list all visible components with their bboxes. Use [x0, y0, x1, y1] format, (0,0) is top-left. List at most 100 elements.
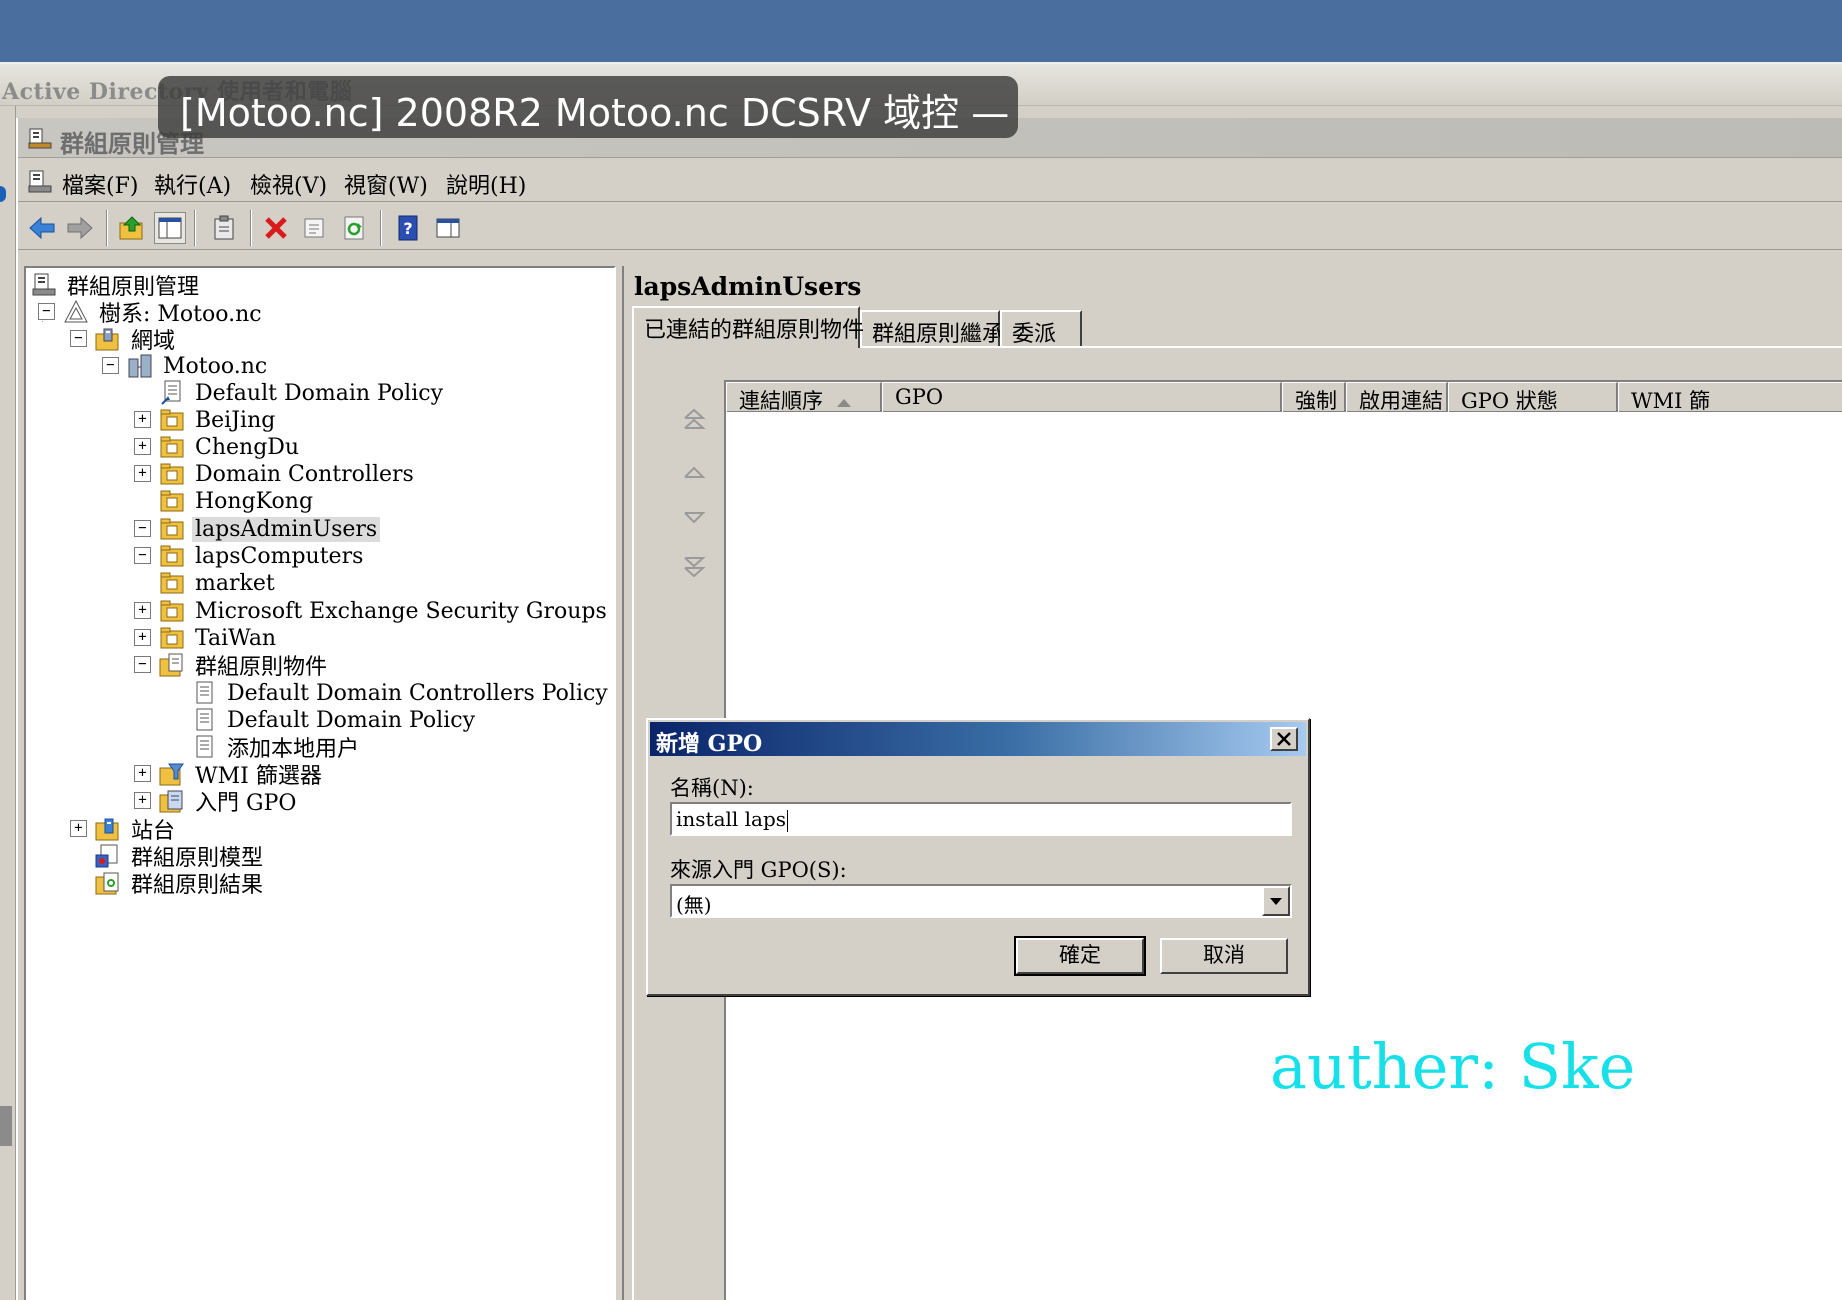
aduc-strip-marker	[0, 186, 6, 202]
tree-node-domains[interactable]: 網域	[94, 324, 178, 354]
menu-view[interactable]: 檢視(V)	[250, 168, 327, 200]
tree-node-default-domain-policy-link[interactable]: Default Domain Policy	[158, 378, 446, 408]
dialog-close-button[interactable]	[1270, 727, 1298, 751]
column-link-order[interactable]: 連結順序	[726, 382, 882, 412]
up-level-button[interactable]	[116, 212, 148, 244]
column-enforced[interactable]: 強制	[1282, 382, 1346, 412]
tree-node-gp-results[interactable]: 群組原則結果	[94, 868, 266, 898]
dialog-titlebar[interactable]: 新增 GPO	[650, 722, 1306, 757]
tab-delegation[interactable]: 委派	[1000, 310, 1082, 347]
move-link-up-button[interactable]	[678, 458, 710, 486]
name-label: 名稱(N):	[670, 776, 754, 800]
menubar: 檔案(F) 執行(A) 檢視(V) 視窗(W) 說明(H)	[18, 162, 1842, 202]
aduc-strip-scroll[interactable]	[0, 1106, 12, 1146]
help-button[interactable]: ?	[392, 212, 424, 244]
tree-collapse-toggle[interactable]: −	[134, 520, 151, 537]
ou-folder-icon	[158, 433, 186, 461]
toolbar: ?	[18, 204, 1842, 250]
tree-node-ou-chengdu[interactable]: ChengDu	[158, 432, 302, 462]
tree-expand-toggle[interactable]: +	[134, 765, 151, 782]
tree-label: Default Domain Policy	[195, 380, 443, 406]
tree-node-ou-exchange-security-groups[interactable]: Microsoft Exchange Security Groups	[158, 596, 610, 626]
gpo-scroll-icon	[190, 706, 218, 734]
source-starter-gpo-label: 來源入門 GPO(S):	[670, 858, 847, 882]
tree-expand-toggle[interactable]: +	[134, 411, 151, 428]
tree-label: TaiWan	[195, 625, 277, 651]
move-link-down-button[interactable]	[678, 504, 710, 532]
tree-node-domain-motoo[interactable]: Motoo.nc	[126, 351, 270, 381]
tree-node-ou-market[interactable]: market	[158, 568, 278, 598]
column-gpo[interactable]: GPO	[882, 382, 1282, 412]
column-label: GPO 狀態	[1461, 389, 1558, 412]
tree-node-ou-lapsadminusers[interactable]: lapsAdminUsers	[158, 514, 381, 544]
menu-file[interactable]: 檔案(F)	[62, 168, 138, 200]
tree-collapse-toggle[interactable]: −	[102, 357, 119, 374]
system-menu-icon[interactable]	[28, 170, 52, 198]
forward-button[interactable]	[64, 212, 96, 244]
tree-label: 入門 GPO	[195, 791, 297, 816]
tree-label: Microsoft Exchange Security Groups	[195, 598, 607, 624]
tree-expand-toggle[interactable]: +	[134, 438, 151, 455]
tree-label: 群組原則結果	[131, 873, 264, 898]
gpo-folder-icon	[158, 651, 186, 679]
paste-button[interactable]	[208, 212, 240, 244]
tree-expand-toggle[interactable]: +	[134, 629, 151, 646]
tab-linked-gpos[interactable]: 已連結的群組原則物件	[632, 306, 864, 348]
ou-folder-icon	[158, 624, 186, 652]
menu-action[interactable]: 執行(A)	[154, 168, 231, 200]
delete-button[interactable]	[260, 212, 292, 244]
column-label: 連結順序	[739, 389, 823, 412]
tree-node-starter-gpos[interactable]: 入門 GPO	[158, 786, 299, 816]
tree-label: Default Domain Policy	[227, 707, 475, 733]
svg-text:?: ?	[403, 219, 412, 238]
column-link-enabled[interactable]: 啟用連結	[1346, 382, 1448, 412]
gpo-name-value: install laps	[676, 807, 787, 831]
tree-node-ou-lapscomputers[interactable]: lapsComputers	[158, 541, 366, 571]
clipboard-icon	[214, 215, 234, 240]
desktop-top-band	[0, 0, 1842, 62]
tree-label: Motoo.nc	[163, 353, 268, 379]
refresh-button[interactable]	[338, 212, 370, 244]
show-hide-action-pane-button[interactable]	[432, 212, 464, 244]
tree-collapse-toggle[interactable]: −	[38, 303, 55, 320]
tree-node-gpo-container[interactable]: 群組原則物件	[158, 650, 330, 680]
menu-help[interactable]: 說明(H)	[446, 168, 526, 200]
tree-collapse-toggle[interactable]: −	[134, 547, 151, 564]
domains-folder-icon	[94, 325, 122, 353]
source-starter-gpo-select[interactable]: (無)	[670, 884, 1292, 918]
tree-collapse-toggle[interactable]: −	[70, 330, 87, 347]
show-hide-console-tree-button[interactable]	[154, 212, 186, 244]
gpo-name-input[interactable]: install laps	[670, 802, 1292, 836]
tree-expand-toggle[interactable]: +	[134, 792, 151, 809]
tree-node-gpo-default-dc-policy[interactable]: Default Domain Controllers Policy	[190, 678, 611, 708]
tree-node-ou-beijing[interactable]: BeiJing	[158, 405, 278, 435]
tree-expand-toggle[interactable]: +	[134, 465, 151, 482]
column-label: GPO	[895, 385, 944, 409]
column-gpo-status[interactable]: GPO 狀態	[1448, 382, 1618, 412]
delete-x-icon	[265, 217, 287, 239]
cancel-button[interactable]: 取消	[1160, 938, 1288, 974]
domain-icon	[126, 352, 154, 380]
tree-expand-toggle[interactable]: +	[134, 602, 151, 619]
ok-button[interactable]: 確定	[1014, 936, 1146, 976]
tree-expand-toggle[interactable]: +	[70, 820, 87, 837]
move-link-to-bottom-button[interactable]	[678, 552, 710, 580]
ou-folder-icon	[158, 515, 186, 543]
gpmc-app-icon	[28, 128, 52, 154]
back-arrow-icon	[29, 216, 55, 240]
action-pane-icon	[436, 218, 460, 238]
column-wmi-filter[interactable]: WMI 篩	[1618, 382, 1842, 412]
back-button[interactable]	[26, 212, 58, 244]
tree-node-ou-hongkong[interactable]: HongKong	[158, 486, 316, 516]
tree-collapse-toggle[interactable]: −	[134, 656, 151, 673]
ou-folder-icon	[158, 487, 186, 515]
tree-node-ou-domain-controllers[interactable]: Domain Controllers	[158, 459, 417, 489]
properties-button[interactable]	[298, 212, 330, 244]
gpo-scroll-icon	[190, 679, 218, 707]
dropdown-button[interactable]	[1262, 886, 1290, 916]
tab-gp-inheritance[interactable]: 群組原則繼承	[860, 310, 1004, 347]
wmi-filter-folder-icon	[158, 760, 186, 788]
forward-arrow-icon	[67, 216, 93, 240]
move-link-to-top-button[interactable]	[678, 406, 710, 434]
menu-window[interactable]: 視窗(W)	[344, 168, 428, 200]
